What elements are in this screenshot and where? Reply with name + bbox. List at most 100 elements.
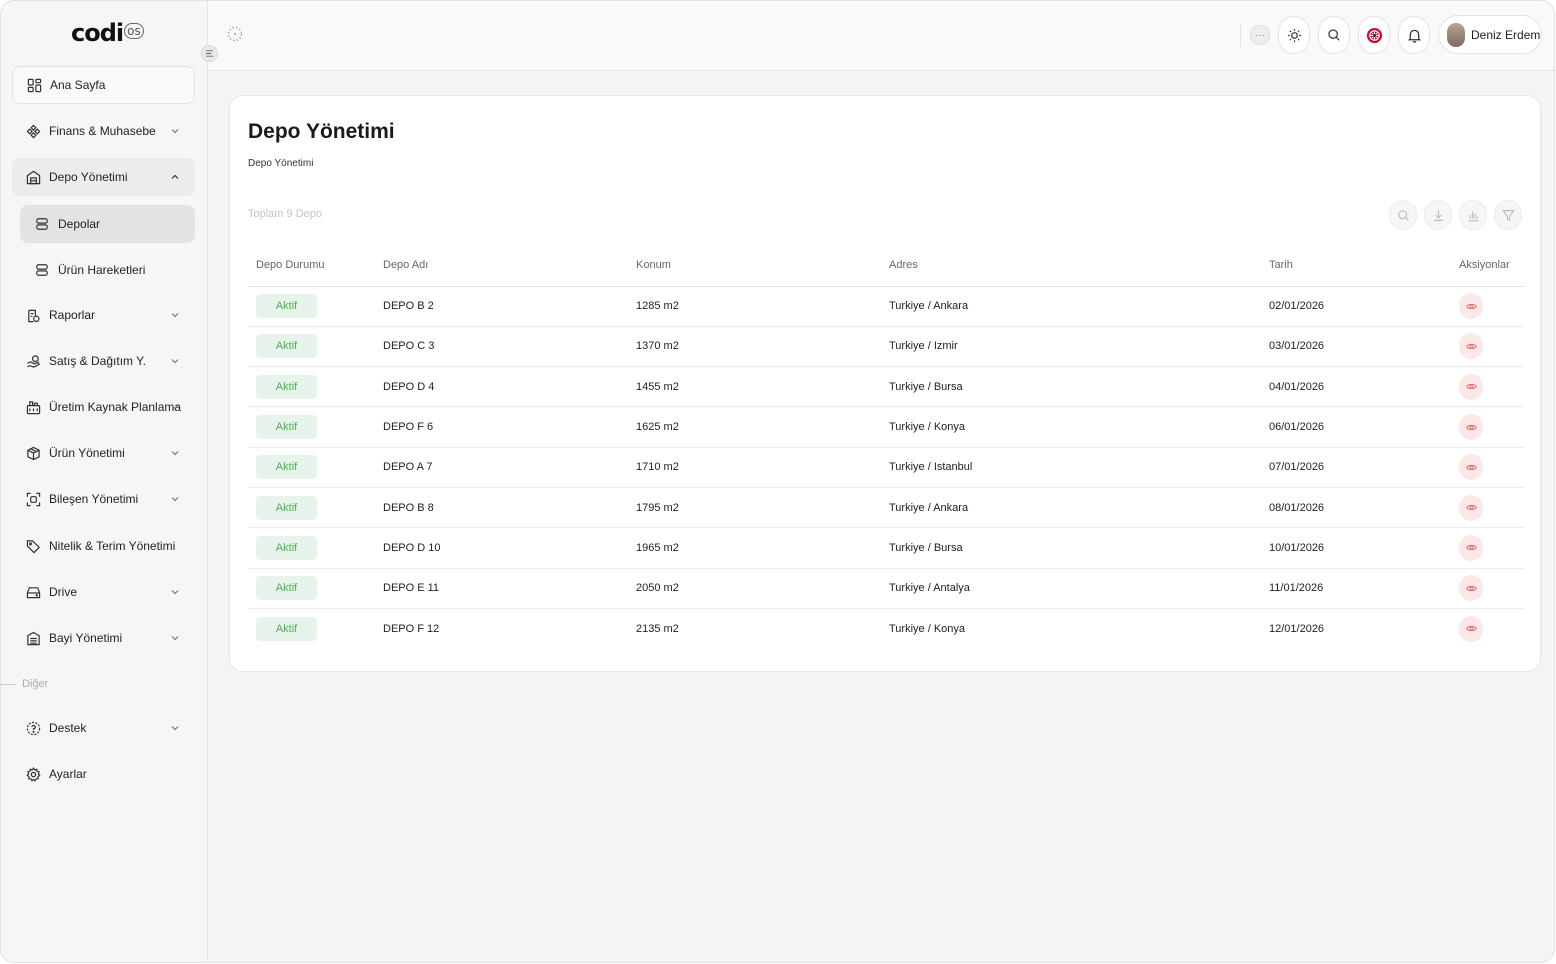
filter-button[interactable] (1494, 200, 1522, 230)
table-row[interactable]: Aktif DEPO F 6 1625 m2 Turkiye / Konya 0… (248, 406, 1524, 448)
logo-suffix: os (124, 23, 144, 39)
address-cell: Turkiye / Bursa (881, 366, 1261, 408)
sidebar-item-ayarlar[interactable]: Ayarlar (12, 755, 195, 793)
notifications-button[interactable] (1398, 16, 1430, 54)
chart-button[interactable] (1459, 200, 1487, 230)
more-options-button[interactable]: ··· (1250, 25, 1270, 45)
status-badge: Aktif (256, 374, 317, 399)
status-cell: Aktif (248, 447, 375, 488)
tag-icon (25, 538, 41, 554)
table-row[interactable]: Aktif DEPO A 7 1710 m2 Turkiye / Istanbu… (248, 447, 1524, 488)
sidebar-item-satis-dagitim[interactable]: Satış & Dağıtım Y. (12, 342, 195, 380)
column-header-status[interactable]: Depo Durumu (248, 244, 375, 287)
chevron-down-icon (171, 313, 179, 318)
view-button[interactable] (1459, 494, 1483, 521)
section-label-diger: Diğer (1, 678, 48, 690)
actions-cell (1451, 487, 1524, 529)
eye-icon (1465, 626, 1477, 632)
table-row[interactable]: Aktif DEPO B 8 1795 m2 Turkiye / Ankara … (248, 487, 1524, 529)
table-row[interactable]: Aktif DEPO B 2 1285 m2 Turkiye / Ankara … (248, 286, 1524, 327)
sidebar-item-label: Nitelik & Terim Yönetimi (49, 539, 176, 553)
table-row[interactable]: Aktif DEPO D 10 1965 m2 Turkiye / Bursa … (248, 527, 1524, 569)
column-header-size[interactable]: Konum (628, 244, 881, 287)
table-row[interactable]: Aktif DEPO E 11 2050 m2 Turkiye / Antaly… (248, 568, 1524, 609)
download-icon (1433, 210, 1443, 221)
name-cell: DEPO D 10 (375, 527, 628, 569)
date-cell: 06/01/2026 (1261, 406, 1451, 448)
language-button[interactable] (1358, 16, 1390, 54)
eye-icon (1465, 303, 1477, 309)
size-cell: 1965 m2 (628, 527, 881, 569)
chevron-down-icon (171, 451, 179, 456)
sidebar: codi os Ana Sayfa Finans & Muhasebe Depo … (1, 1, 208, 962)
status-cell: Aktif (248, 366, 375, 408)
finance-icon (25, 123, 41, 139)
dealer-icon (25, 630, 41, 646)
actions-cell (1451, 608, 1524, 648)
view-button[interactable] (1459, 615, 1483, 642)
status-badge: Aktif (256, 535, 317, 560)
column-header-name[interactable]: Depo Adı (375, 244, 628, 287)
table-toolbar (1389, 200, 1522, 230)
table-row[interactable]: Aktif DEPO D 4 1455 m2 Turkiye / Bursa 0… (248, 366, 1524, 408)
view-button[interactable] (1459, 414, 1483, 441)
table-search-button[interactable] (1389, 200, 1417, 230)
menu-icon (205, 50, 214, 57)
sidebar-item-depolar[interactable]: Depolar (20, 205, 195, 243)
size-cell: 1370 m2 (628, 326, 881, 368)
status-badge: Aktif (256, 576, 317, 601)
date-cell: 11/01/2026 (1261, 568, 1451, 609)
view-button[interactable] (1459, 575, 1483, 602)
theme-toggle-button[interactable] (1278, 16, 1310, 54)
search-button[interactable] (1318, 16, 1350, 54)
sidebar-item-raporlar[interactable]: Raporlar (12, 296, 195, 334)
chevron-up-icon (171, 174, 179, 179)
logo[interactable]: codi os (71, 19, 144, 47)
date-cell: 03/01/2026 (1261, 326, 1451, 368)
sidebar-item-nitelik[interactable]: Nitelik & Terim Yönetimi (12, 527, 195, 565)
search-icon (1397, 209, 1409, 221)
sidebar-item-bilesen[interactable]: Bileşen Yönetimi (12, 480, 195, 518)
address-cell: Turkiye / Konya (881, 406, 1261, 448)
chevron-down-icon (171, 726, 179, 731)
loading-icon (227, 26, 243, 42)
name-cell: DEPO C 3 (375, 326, 628, 368)
box-icon (25, 445, 41, 461)
view-button[interactable] (1459, 373, 1483, 400)
actions-cell (1451, 326, 1524, 368)
sidebar-item-uretim[interactable]: Üretim Kaynak Planlama (12, 388, 195, 426)
sidebar-item-bayi[interactable]: Bayi Yönetimi (12, 619, 195, 657)
address-cell: Turkiye / Bursa (881, 527, 1261, 569)
sidebar-item-ana-sayfa[interactable]: Ana Sayfa (12, 66, 195, 104)
column-header-date[interactable]: Tarih (1261, 244, 1451, 287)
status-cell: Aktif (248, 568, 375, 609)
date-cell: 02/01/2026 (1261, 286, 1451, 327)
view-button[interactable] (1459, 534, 1483, 561)
sidebar-item-urun-hareketleri[interactable]: Ürün Hareketleri (20, 251, 195, 289)
sidebar-item-drive[interactable]: Drive (12, 573, 195, 611)
actions-cell (1451, 366, 1524, 408)
actions-cell (1451, 286, 1524, 327)
size-cell: 1795 m2 (628, 487, 881, 529)
table-row[interactable]: Aktif DEPO F 12 2135 m2 Turkiye / Konya … (248, 608, 1524, 648)
view-button[interactable] (1459, 333, 1483, 360)
status-badge: Aktif (256, 455, 317, 480)
sidebar-item-depo-yonetimi[interactable]: Depo Yönetimi (12, 158, 195, 196)
user-menu[interactable]: Deniz Erdem (1438, 15, 1542, 54)
sidebar-collapse-button[interactable] (201, 45, 218, 62)
sidebar-item-label: Depo Yönetimi (49, 170, 128, 184)
table-row[interactable]: Aktif DEPO C 3 1370 m2 Turkiye / Izmir 0… (248, 326, 1524, 368)
address-cell: Turkiye / Izmir (881, 326, 1261, 368)
sidebar-item-label: Ana Sayfa (50, 78, 106, 92)
sidebar-item-finans[interactable]: Finans & Muhasebe (12, 112, 195, 150)
sidebar-item-urun-yonetimi[interactable]: Ürün Yönetimi (12, 434, 195, 472)
download-button[interactable] (1424, 200, 1452, 230)
breadcrumb[interactable]: Depo Yönetimi (248, 158, 313, 169)
view-button[interactable] (1459, 454, 1483, 481)
column-header-address[interactable]: Adres (881, 244, 1261, 287)
chevron-down-icon (171, 359, 179, 364)
view-button[interactable] (1459, 293, 1483, 320)
hand-coin-icon (25, 353, 41, 369)
sidebar-item-destek[interactable]: Destek (12, 709, 195, 747)
search-icon (1328, 29, 1340, 41)
